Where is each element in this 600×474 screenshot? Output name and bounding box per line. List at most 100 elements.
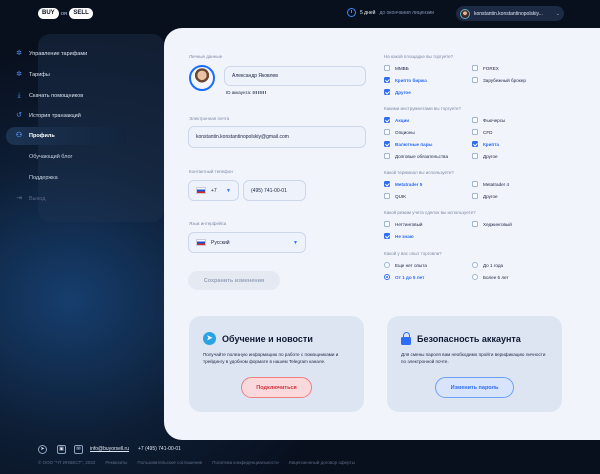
sidebar-item-download[interactable]: ⤓ Скачать помощников (6, 87, 126, 105)
email-label: Электронная почта (189, 116, 230, 121)
checkbox[interactable] (384, 141, 390, 147)
option-label: Валютные пары (395, 141, 433, 147)
option-mt5[interactable]: Metatrader 5 (384, 181, 422, 187)
news-title-text: Обучение и новости (222, 333, 313, 344)
footer-link-privacy[interactable]: Политика конфиденциальности (212, 460, 278, 465)
option-label: Хеджинговый (483, 221, 512, 227)
checkbox[interactable] (472, 181, 478, 187)
sidebar-item-logout[interactable]: ⇥ Выход (6, 190, 126, 208)
profile-photo[interactable] (189, 65, 215, 91)
option-other-platform[interactable]: Другое (384, 89, 411, 95)
radio[interactable] (384, 274, 390, 280)
option-label: Крипто биржа (395, 77, 427, 83)
sidebar-item-tariffs[interactable]: ✲ Тарифы (6, 66, 126, 84)
option-crypto[interactable]: Крипта (472, 141, 499, 147)
sidebar-item-label: История транзакций (29, 113, 81, 119)
mail-icon[interactable]: ✉ (74, 445, 83, 454)
social-icon[interactable]: ▣ (57, 445, 66, 454)
download-icon: ⤓ (17, 92, 21, 99)
option-hedging[interactable]: Хеджинговый (472, 221, 512, 227)
footer-link-requisites[interactable]: Реквизиты (105, 460, 127, 465)
caret-down-icon: ▼ (293, 239, 298, 246)
option-netting[interactable]: Неттинговый (384, 221, 422, 227)
option-mmvb[interactable]: ММВБ (384, 65, 409, 71)
account-id-value: IIIIIIII (252, 90, 267, 95)
checkbox[interactable] (472, 129, 478, 135)
sidebar-item-support[interactable]: Поддержка (6, 169, 126, 187)
sidebar-item-label: Скачать помощников (29, 93, 84, 99)
language-label: Язык интерфейса (189, 221, 227, 226)
sidebar-item-history[interactable]: ↺ История транзакций (6, 107, 126, 125)
phone-field[interactable]: (495) 741-00-01 (243, 180, 306, 201)
option-forex[interactable]: FOREX (472, 65, 499, 71)
radio[interactable] (472, 262, 478, 268)
flag-ru-icon (196, 239, 206, 246)
sidebar-item-label: Обучающий блог (29, 154, 73, 160)
option-label: Крипта (483, 141, 500, 147)
checkbox[interactable] (472, 193, 478, 199)
checkbox[interactable] (472, 141, 478, 147)
option-quik[interactable]: QUIK (384, 193, 406, 199)
telegram-icon[interactable]: ➤ (38, 445, 47, 454)
option-dont-know[interactable]: Не знаю (384, 233, 414, 239)
footer-email-link[interactable]: info@buyorsell.ru (90, 446, 129, 452)
option-label: ММВБ (395, 65, 409, 71)
option-crypto-exchange[interactable]: Крипто биржа (384, 77, 427, 83)
option-label: Более 5 лет (483, 274, 509, 280)
checkbox[interactable] (472, 221, 478, 227)
email-field[interactable]: konstantin.konstantinopolskiy@gmail.com (188, 126, 366, 148)
option-1-to-5-years[interactable]: От 1 до 5 лет (384, 274, 424, 280)
question-accounting-mode: Какой режим учета сделок вы используете? (384, 210, 476, 215)
footer-link-user-agreement[interactable]: Пользовательское соглашение (137, 460, 202, 465)
option-no-experience[interactable]: Еще нет опыта (384, 262, 427, 268)
country-code-select[interactable]: +7 ▼ (188, 180, 239, 201)
user-menu[interactable]: konstantin.konstantinopolskiy... ⌄ (456, 6, 564, 21)
logo[interactable]: BUY OR SELL (38, 8, 93, 19)
radio[interactable] (472, 274, 478, 280)
name-field[interactable]: Александр Яковлев (224, 66, 366, 86)
checkbox[interactable] (384, 117, 390, 123)
option-cfd[interactable]: CFD (472, 129, 492, 135)
footer-links: © ООО "ЧТ ИНВЕСТ", 2022 Реквизиты Пользо… (38, 460, 355, 465)
checkbox[interactable] (472, 65, 478, 71)
option-options[interactable]: Опционы (384, 129, 415, 135)
checkbox[interactable] (384, 65, 390, 71)
option-other-terminal[interactable]: Другое (472, 193, 498, 199)
option-mt4[interactable]: Metatrader 4 (472, 181, 509, 187)
checkbox[interactable] (472, 117, 478, 123)
option-up-to-1-year[interactable]: До 1 года (472, 262, 503, 268)
option-label: Опционы (395, 129, 415, 135)
language-select[interactable]: Русский ▼ (188, 232, 306, 253)
checkbox[interactable] (472, 153, 478, 159)
option-label: Еще нет опыта (395, 262, 427, 268)
checkbox[interactable] (384, 221, 390, 227)
subscribe-button[interactable]: Подключиться (241, 377, 312, 398)
save-button[interactable]: Сохранить изменения (188, 271, 280, 290)
option-bonds[interactable]: Долговые обязательства (384, 153, 448, 159)
option-currency-pairs[interactable]: Валютные пары (384, 141, 432, 147)
checkbox[interactable] (384, 129, 390, 135)
radio[interactable] (384, 262, 390, 268)
footer-phone-link[interactable]: +7 (495) 741-00-01 (138, 446, 181, 452)
checkbox[interactable] (384, 181, 390, 187)
option-other-instrument[interactable]: Другое (472, 153, 498, 159)
checkbox[interactable] (384, 233, 390, 239)
option-futures[interactable]: Фьючерсы (472, 117, 505, 123)
option-stocks[interactable]: Акции (384, 117, 409, 123)
sidebar-item-tariff-management[interactable]: ✲ Управление тарифами (6, 45, 126, 63)
option-foreign-broker[interactable]: Зарубежный брокер (472, 77, 526, 83)
footer-link-license[interactable]: Лицензионный договор оферты (289, 460, 355, 465)
news-card-description: Получайте полезную информацию по работе … (203, 352, 339, 364)
checkbox[interactable] (472, 77, 478, 83)
option-more-than-5-years[interactable]: Более 5 лет (472, 274, 509, 280)
checkbox[interactable] (384, 153, 390, 159)
checkbox[interactable] (384, 193, 390, 199)
change-password-button[interactable]: Изменить пароль (435, 377, 514, 398)
option-label: До 1 года (483, 262, 504, 268)
sidebar-item-blog[interactable]: Обучающий блог (6, 148, 126, 166)
sidebar-item-profile[interactable]: ⚇ Профиль (6, 127, 126, 145)
lock-icon (401, 332, 411, 345)
user-icon: ⚇ (15, 132, 23, 139)
checkbox[interactable] (384, 77, 390, 83)
checkbox[interactable] (384, 89, 390, 95)
